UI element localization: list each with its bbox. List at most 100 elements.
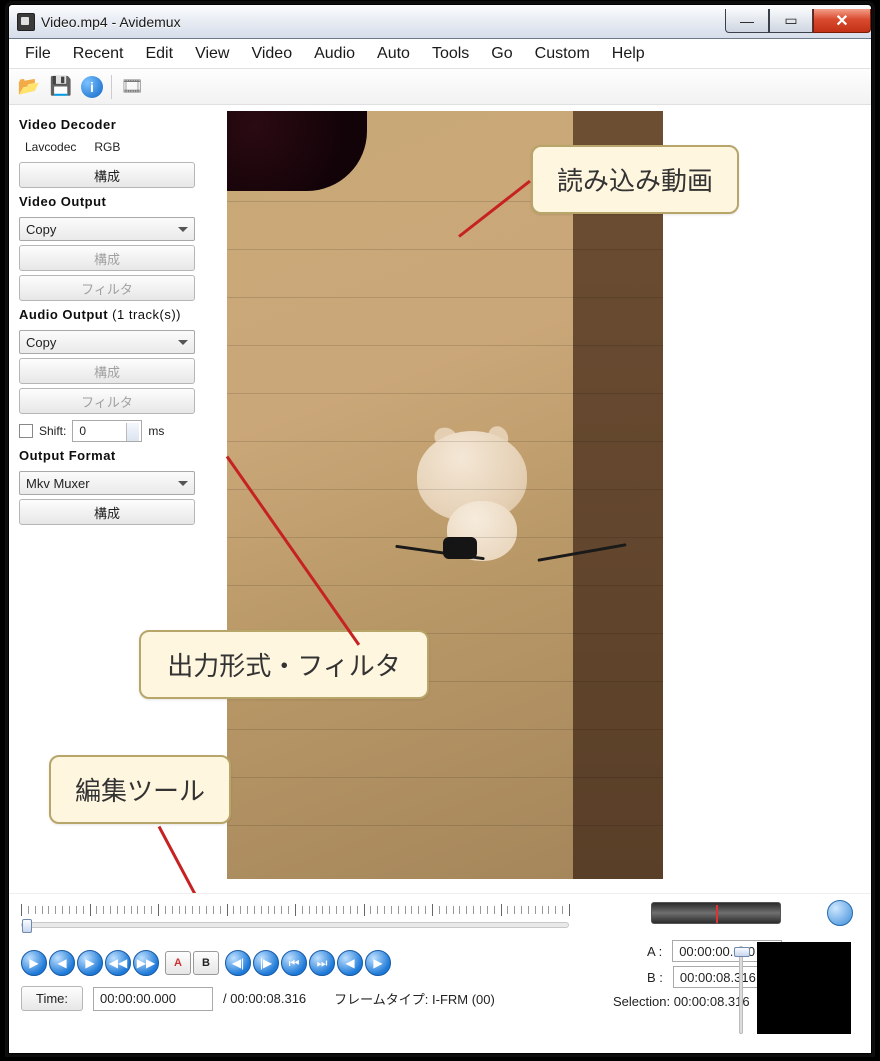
prev-black-button[interactable]: ◀ (337, 950, 363, 976)
menu-edit[interactable]: Edit (135, 42, 183, 66)
play-icon: ▶ (29, 956, 38, 970)
menu-recent[interactable]: Recent (63, 42, 134, 66)
bottom-bar: ▶ ◀ ▶ ◀◀ ▶▶ A B ◀| |▶ ⏮ ⏭ ◀ ▶ Time: 00:0… (9, 893, 871, 1053)
callout-loaded-video: 読み込み動画 (531, 145, 739, 214)
audio-output-value: Copy (26, 335, 56, 350)
current-time-value: 00:00:00.000 (100, 991, 176, 1006)
calculator-icon[interactable]: 🎞 (120, 75, 144, 99)
output-format-value: Mkv Muxer (26, 476, 90, 491)
next-keyframe-button[interactable]: ▶▶ (133, 950, 159, 976)
prev-frame-button[interactable]: ◀ (49, 950, 75, 976)
menu-custom[interactable]: Custom (525, 42, 600, 66)
kf-prev-icon: ◀◀ (109, 956, 127, 970)
timeline-ruler-bottom (21, 930, 569, 944)
timeline-ruler-top (21, 902, 569, 920)
menu-video[interactable]: Video (241, 42, 302, 66)
minimize-button[interactable]: — (725, 9, 769, 33)
window-title: Video.mp4 - Avidemux (41, 14, 181, 30)
window-controls: — ▭ ✕ (725, 10, 871, 33)
app-icon (17, 13, 35, 31)
output-format-select[interactable]: Mkv Muxer (19, 471, 195, 495)
mark-a-button[interactable]: A (165, 951, 191, 975)
goto-a-button[interactable]: ◀| (225, 950, 251, 976)
menu-tools[interactable]: Tools (422, 42, 479, 66)
decoder-codec: Lavcodec (25, 140, 76, 154)
kf-next-icon: ▶▶ (137, 956, 155, 970)
titlebar: Video.mp4 - Avidemux — ▭ ✕ (9, 5, 871, 39)
goto-b-button[interactable]: |▶ (253, 950, 279, 976)
goto-a-icon: ◀| (232, 956, 244, 970)
volume-thumb[interactable] (734, 947, 750, 957)
first-icon: ⏮ (289, 956, 300, 971)
timeline-track[interactable] (21, 922, 569, 928)
audio-shift-checkbox[interactable] (19, 424, 33, 438)
video-preview (227, 111, 663, 879)
next-icon: ▶ (85, 956, 94, 970)
video-decoder-configure-button[interactable]: 構成 (19, 162, 195, 188)
video-content (227, 111, 367, 191)
audio-output-title: Audio Output (1 track(s)) (19, 307, 209, 322)
audio-output-title-text: Audio Output (19, 307, 108, 322)
video-decoder-title: Video Decoder (19, 117, 209, 132)
audio-shift-unit: ms (148, 424, 164, 438)
next-black-button[interactable]: ▶ (365, 950, 391, 976)
total-time: / 00:00:08.316 (223, 991, 306, 1006)
mark-b-button[interactable]: B (193, 951, 219, 975)
next-frame-button[interactable]: ▶ (77, 950, 103, 976)
jog-wheel[interactable] (651, 902, 781, 924)
menubar: File Recent Edit View Video Audio Auto T… (9, 39, 871, 69)
right-panel: A : 00:00:00.000 B : 00:00:08.316 Select… (611, 902, 851, 1009)
app-window: Video.mp4 - Avidemux — ▭ ✕ File Recent E… (8, 4, 872, 1054)
callout-output-filters: 出力形式・フィルタ (139, 630, 429, 699)
menu-auto[interactable]: Auto (367, 42, 420, 66)
menu-view[interactable]: View (185, 42, 239, 66)
marker-b-value: 00:00:08.316 (680, 970, 756, 985)
last-frame-button[interactable]: ⏭ (309, 950, 335, 976)
menu-help[interactable]: Help (602, 42, 655, 66)
menu-go[interactable]: Go (481, 42, 522, 66)
audio-shift-input[interactable]: 0 (72, 420, 142, 442)
audio-shift-label: Shift: (39, 424, 66, 438)
current-time-input[interactable]: 00:00:00.000 (93, 987, 213, 1011)
volume-knob-icon[interactable] (827, 900, 853, 926)
close-button[interactable]: ✕ (813, 9, 871, 33)
callout-edit-tools: 編集ツール (49, 755, 231, 824)
selection-label: Selection: (613, 994, 670, 1009)
marker-a-label: A : (647, 944, 662, 959)
info-icon[interactable]: i (81, 76, 103, 98)
video-output-select[interactable]: Copy (19, 217, 195, 241)
video-area: 読み込み動画 出力形式・フィルタ 編集ツール (219, 105, 871, 893)
video-output-value: Copy (26, 222, 56, 237)
toolbar-separator (111, 75, 112, 99)
first-frame-button[interactable]: ⏮ (281, 950, 307, 976)
video-output-configure-button: 構成 (19, 245, 195, 271)
output-format-title: Output Format (19, 448, 209, 463)
time-button[interactable]: Time: (21, 986, 83, 1011)
black-next-icon: ▶ (373, 956, 382, 970)
video-output-filter-button: フィルタ (19, 275, 195, 301)
toolbar: 📂 💾 i 🎞 (9, 69, 871, 105)
audio-output-select[interactable]: Copy (19, 330, 195, 354)
prev-keyframe-button[interactable]: ◀◀ (105, 950, 131, 976)
audio-shift-value: 0 (79, 424, 86, 438)
output-format-configure-button[interactable]: 構成 (19, 499, 195, 525)
audio-preview (757, 942, 851, 1034)
maximize-button[interactable]: ▭ (769, 9, 813, 33)
open-icon[interactable]: 📂 (17, 75, 41, 99)
menu-audio[interactable]: Audio (304, 42, 365, 66)
video-content (573, 111, 663, 879)
audio-output-tracks: (1 track(s)) (112, 307, 181, 322)
audio-output-filter-button: フィルタ (19, 388, 195, 414)
prev-icon: ◀ (57, 956, 66, 970)
marker-b-label: B : (647, 970, 663, 985)
video-content (377, 391, 557, 581)
content-area: Video Decoder Lavcodec RGB 構成 Video Outp… (9, 105, 871, 893)
menu-file[interactable]: File (15, 42, 61, 66)
last-icon: ⏭ (317, 956, 328, 971)
volume-slider[interactable] (739, 946, 743, 1034)
audio-output-configure-button: 構成 (19, 358, 195, 384)
black-prev-icon: ◀ (345, 956, 354, 970)
goto-b-icon: |▶ (260, 956, 272, 970)
save-icon[interactable]: 💾 (49, 75, 73, 99)
play-button[interactable]: ▶ (21, 950, 47, 976)
